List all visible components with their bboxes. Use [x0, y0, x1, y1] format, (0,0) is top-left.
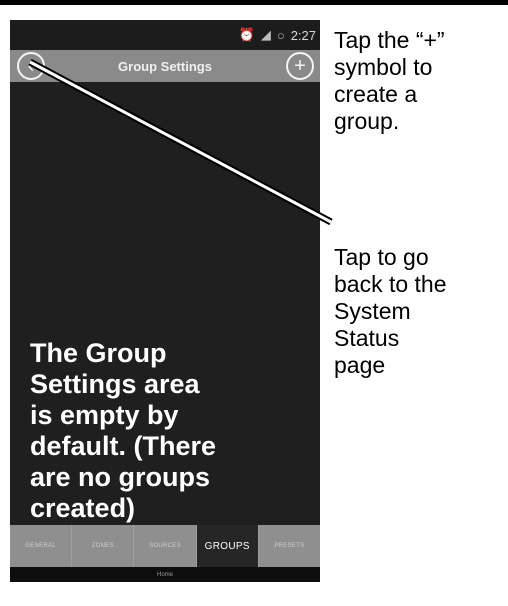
pointer-line-core — [29, 60, 332, 224]
back-button-callout: Tap to go back to the System Status page — [334, 244, 447, 378]
add-button-callout: Tap the “+” symbol to create a group. — [334, 27, 445, 134]
